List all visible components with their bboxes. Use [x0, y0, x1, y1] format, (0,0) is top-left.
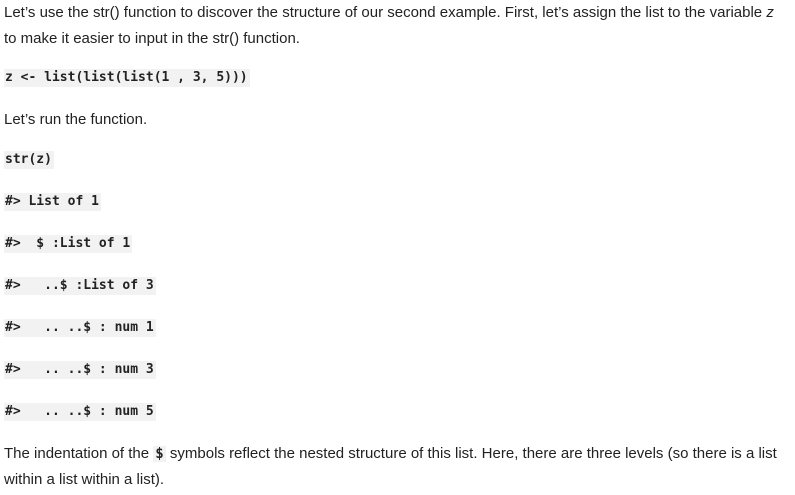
- intro-text-2: to make it easier to input in the str() …: [4, 30, 300, 47]
- conclusion-text-1: The indentation of the: [4, 445, 154, 462]
- intro-text-1: Let’s use the str() function to discover…: [4, 4, 767, 21]
- intro-variable: z: [766, 4, 774, 21]
- output-line-3: #> ..$ :List of 3: [4, 277, 156, 295]
- dollar-symbol-code: $: [153, 446, 166, 462]
- code-assign-block: z <- list(list(list(1 , 3, 5))): [4, 69, 250, 87]
- output-line-4: #> .. ..$ : num 1: [4, 319, 156, 337]
- code-call-block: str(z): [4, 151, 54, 169]
- output-line-1: #> List of 1: [4, 193, 101, 211]
- output-line-5: #> .. ..$ : num 3: [4, 361, 156, 379]
- intro-paragraph: Let’s use the str() function to discover…: [4, 0, 789, 52]
- output-line-2: #> $ :List of 1: [4, 235, 133, 253]
- output-line-6: #> .. ..$ : num 5: [4, 403, 156, 421]
- run-paragraph: Let’s run the function.: [4, 111, 148, 128]
- conclusion-paragraph: The indentation of the $ symbols reflect…: [4, 441, 789, 493]
